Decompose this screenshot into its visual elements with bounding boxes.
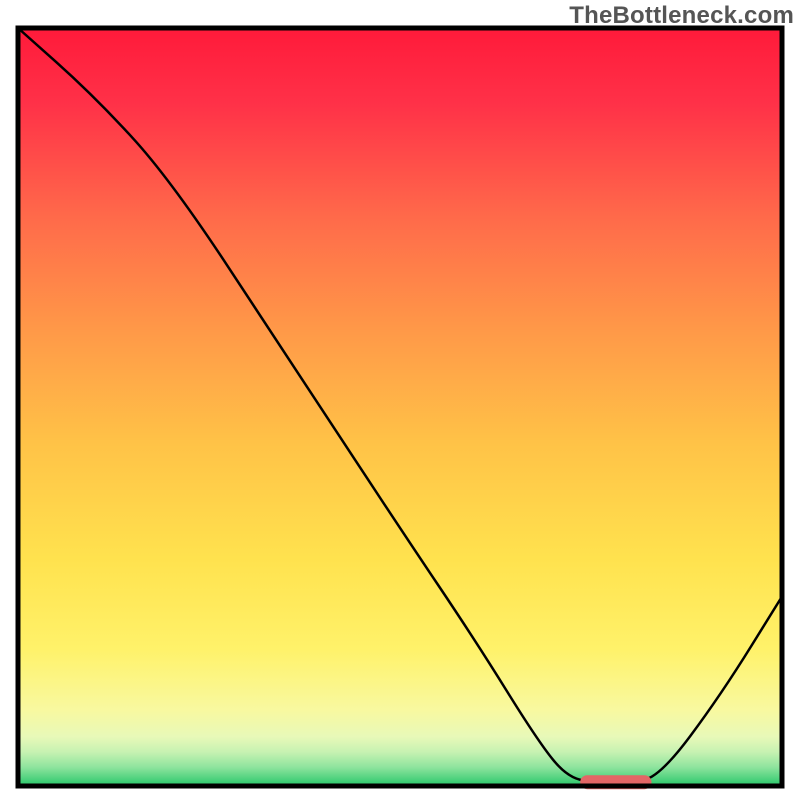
- watermark-text: TheBottleneck.com: [569, 2, 794, 30]
- chart-container: TheBottleneck.com: [0, 0, 800, 800]
- bottleneck-chart: [0, 0, 800, 800]
- plot-background: [18, 28, 782, 786]
